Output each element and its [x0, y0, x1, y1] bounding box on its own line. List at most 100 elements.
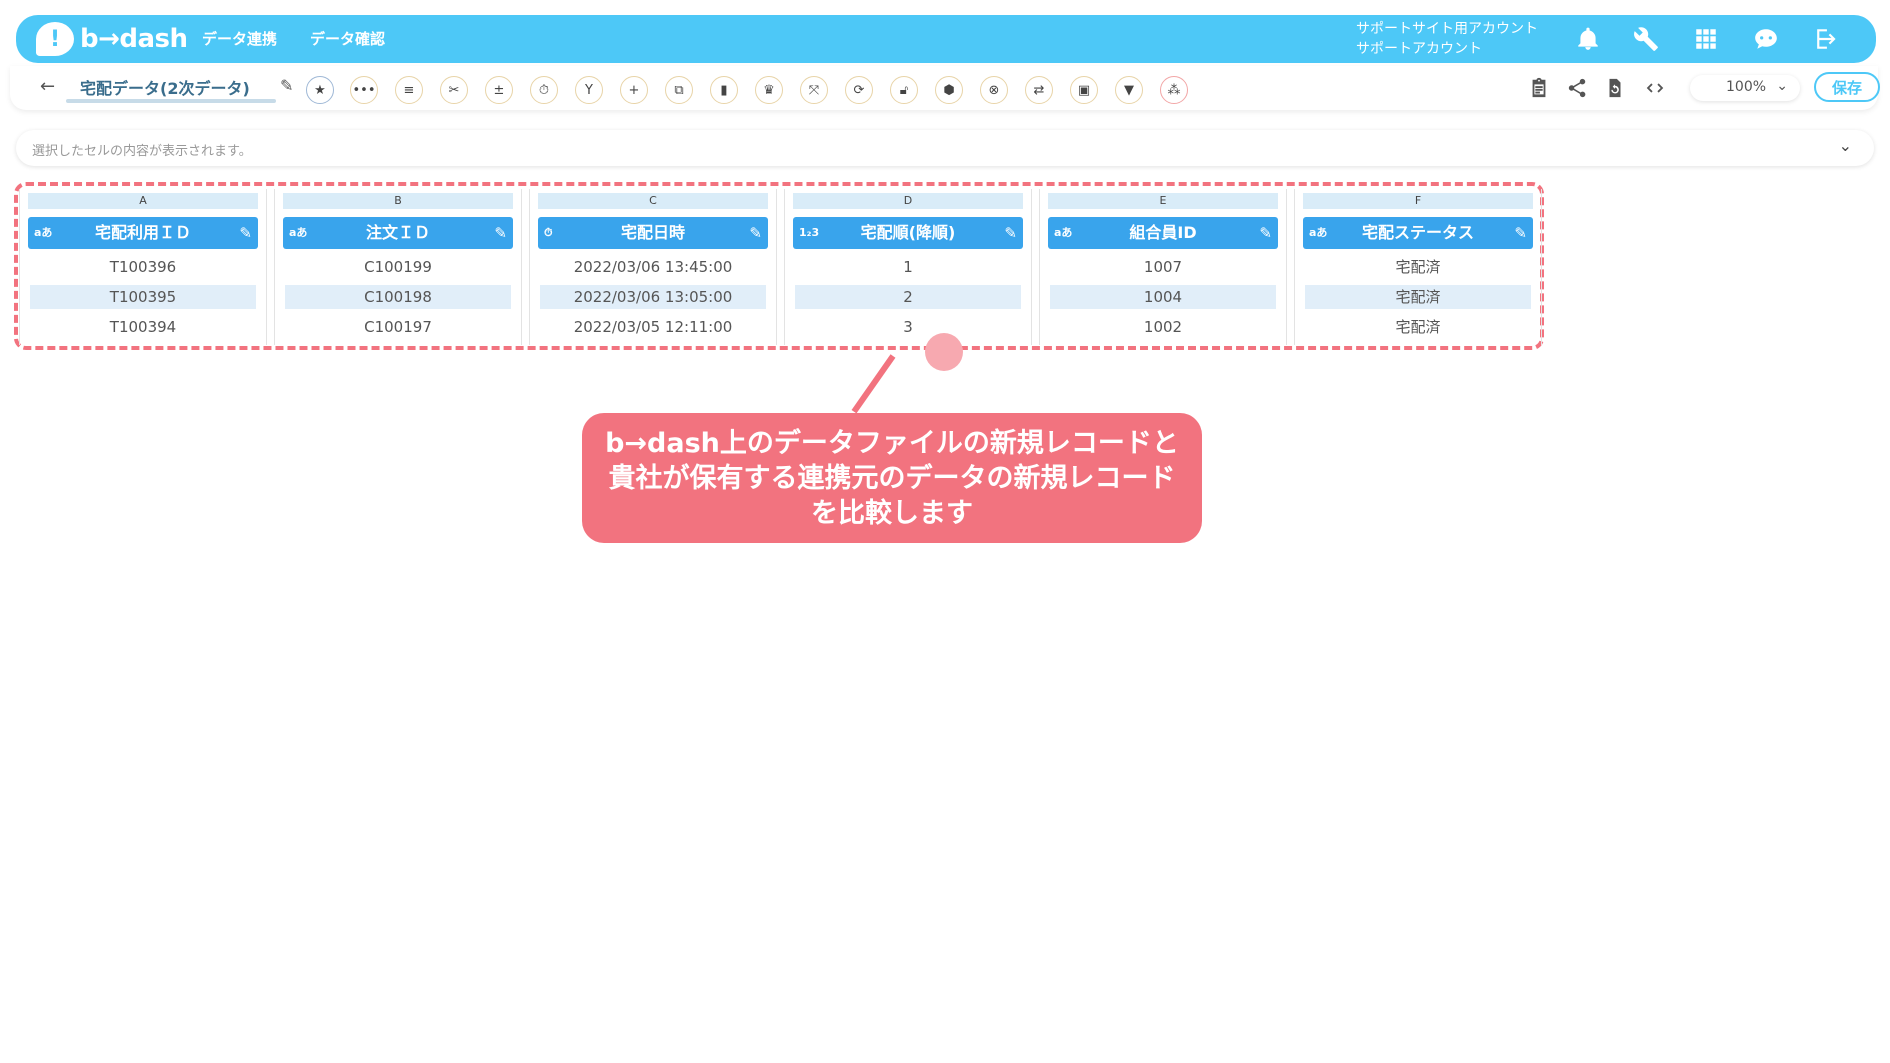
column-name: 宅配ステータス: [1361, 223, 1474, 242]
column-d: D 1₂3 宅配順(降順) ✎ 1 2 3: [784, 189, 1032, 345]
clipboard-icon[interactable]: [1526, 75, 1552, 101]
save-button[interactable]: 保存: [1814, 72, 1880, 102]
more-dots-icon[interactable]: •••: [350, 76, 378, 104]
edit-pencil-icon[interactable]: ✎: [749, 217, 762, 249]
column-letter[interactable]: A: [28, 193, 258, 209]
tools-cross-icon[interactable]: ✂: [440, 76, 468, 104]
column-header[interactable]: aあ 宅配ステータス ✎: [1303, 217, 1533, 249]
file-name[interactable]: 宅配データ(2次データ): [80, 75, 250, 99]
merge-icon[interactable]: Y: [575, 76, 603, 104]
account-site: サポートサイト用アカウント: [1356, 21, 1538, 37]
logout-icon[interactable]: [1812, 23, 1844, 55]
column-header[interactable]: aあ 宅配利用ＩＤ ✎: [28, 217, 258, 249]
back-arrow-icon[interactable]: ←: [40, 76, 55, 97]
table-cell[interactable]: 1: [795, 255, 1021, 279]
datetime-type-icon: ⏱: [544, 226, 553, 239]
column-letter[interactable]: F: [1303, 193, 1533, 209]
table-cell[interactable]: T100395: [30, 285, 256, 309]
zoom-select[interactable]: 100% ⌄: [1690, 75, 1800, 101]
table-cell[interactable]: 宅配済: [1305, 255, 1531, 279]
repeat-icon[interactable]: ⟳: [845, 76, 873, 104]
text-type-icon: aあ: [1309, 226, 1328, 239]
table-cell[interactable]: 2: [795, 285, 1021, 309]
delete-trash-icon[interactable]: ▮: [710, 76, 738, 104]
table-cell[interactable]: T100394: [30, 315, 256, 339]
column-letter[interactable]: C: [538, 193, 768, 209]
favorite-star-icon[interactable]: ★: [306, 76, 334, 104]
filter-funnel-icon[interactable]: ▼: [1115, 76, 1143, 104]
grid-pattern-icon[interactable]: ⁂: [1160, 76, 1188, 104]
top-bar: ! b→dash データ連携 データ確認 サポートサイト用アカウント サポートア…: [16, 15, 1876, 63]
table-cell[interactable]: 1002: [1050, 315, 1276, 339]
column-b: B aあ 注文ＩＤ ✎ C100199 C100198 C100197: [274, 189, 522, 345]
crown-icon[interactable]: ♛: [755, 76, 783, 104]
number-type-icon: 1₂3: [799, 226, 820, 239]
table-cell[interactable]: 2022/03/06 13:45:00: [540, 255, 766, 279]
column-letter[interactable]: E: [1048, 193, 1278, 209]
table-cell[interactable]: C100197: [285, 315, 511, 339]
rename-pencil-icon[interactable]: ✎: [280, 76, 293, 95]
table-cell[interactable]: T100396: [30, 255, 256, 279]
column-c: C ⏱ 宅配日時 ✎ 2022/03/06 13:45:00 2022/03/0…: [529, 189, 777, 345]
bell-icon[interactable]: [1572, 23, 1604, 55]
column-name: 注文ＩＤ: [365, 223, 430, 242]
table-cell[interactable]: C100198: [285, 285, 511, 309]
cell-content-bar[interactable]: 選択したセルの内容が表示されます。 ⌄: [16, 130, 1874, 166]
wrench-icon[interactable]: [1630, 23, 1662, 55]
copy-icon[interactable]: ⧉: [665, 76, 693, 104]
list-icon[interactable]: ≡: [395, 76, 423, 104]
nav-data-check[interactable]: データ確認: [310, 28, 385, 49]
table-cell[interactable]: 2022/03/06 13:05:00: [540, 285, 766, 309]
table-cell[interactable]: 2022/03/05 12:11:00: [540, 315, 766, 339]
unlock-icon[interactable]: 🔓︎: [890, 76, 918, 104]
column-header[interactable]: aあ 組合員ID ✎: [1048, 217, 1278, 249]
text-type-icon: aあ: [1054, 226, 1073, 239]
column-f: F aあ 宅配ステータス ✎ 宅配済 宅配済 宅配済: [1294, 189, 1542, 345]
share-icon[interactable]: [1564, 75, 1590, 101]
apps-grid-icon[interactable]: [1690, 23, 1722, 55]
table-cell[interactable]: 1007: [1050, 255, 1276, 279]
add-column-icon[interactable]: +: [620, 76, 648, 104]
edit-pencil-icon[interactable]: ✎: [1514, 217, 1527, 249]
column-header[interactable]: aあ 注文ＩＤ ✎: [283, 217, 513, 249]
edit-pencil-icon[interactable]: ✎: [1259, 217, 1272, 249]
edit-pencil-icon[interactable]: ✎: [1004, 217, 1017, 249]
column-letter[interactable]: D: [793, 193, 1023, 209]
callout-line-1: b→dash上のデータファイルの新規レコードと: [605, 427, 1179, 459]
cancel-circle-icon[interactable]: ⊗: [980, 76, 1008, 104]
timer-icon[interactable]: ⏱: [530, 76, 558, 104]
history-file-icon[interactable]: [1602, 75, 1628, 101]
text-type-icon: aあ: [289, 226, 308, 239]
callout-pointer-line: [851, 354, 896, 414]
edit-pencil-icon[interactable]: ✎: [494, 217, 507, 249]
table-cell[interactable]: 3: [795, 315, 1021, 339]
account-info[interactable]: サポートサイト用アカウント サポートアカウント: [1356, 19, 1538, 59]
logo[interactable]: ! b→dash: [36, 20, 188, 58]
column-name: 宅配日時: [620, 223, 685, 242]
table-cell[interactable]: 宅配済: [1305, 315, 1531, 339]
calculate-icon[interactable]: ±: [485, 76, 513, 104]
file-name-underline: [66, 99, 276, 103]
table-cell[interactable]: C100199: [285, 255, 511, 279]
column-e: E aあ 組合員ID ✎ 1007 1004 1002: [1039, 189, 1287, 345]
chevron-down-icon[interactable]: ⌄: [1839, 136, 1852, 155]
frame-icon[interactable]: ▣: [1070, 76, 1098, 104]
support-chat-icon[interactable]: [1750, 23, 1782, 55]
table-cell[interactable]: 1004: [1050, 285, 1276, 309]
column-header[interactable]: ⏱ 宅配日時 ✎: [538, 217, 768, 249]
code-icon[interactable]: [1642, 75, 1668, 101]
table-cell[interactable]: 宅配済: [1305, 285, 1531, 309]
edit-pencil-icon[interactable]: ✎: [239, 217, 252, 249]
logo-mark: !: [36, 22, 74, 56]
callout-pointer-dot: [925, 333, 963, 371]
column-header[interactable]: 1₂3 宅配順(降順) ✎: [793, 217, 1023, 249]
callout-line-2: 貴社が保有する連携元のデータの新規レコード: [608, 462, 1176, 494]
convert-icon[interactable]: ⇄: [1025, 76, 1053, 104]
column-letter[interactable]: B: [283, 193, 513, 209]
package-icon[interactable]: ⬢: [935, 76, 963, 104]
nav-data-integration[interactable]: データ連携: [202, 28, 277, 49]
expand-icon[interactable]: ⤧: [800, 76, 828, 104]
column-a: A aあ 宅配利用ＩＤ ✎ T100396 T100395 T100394: [19, 189, 267, 345]
column-name: 宅配順(降順): [860, 223, 956, 242]
cell-content-placeholder: 選択したセルの内容が表示されます。: [32, 144, 252, 159]
